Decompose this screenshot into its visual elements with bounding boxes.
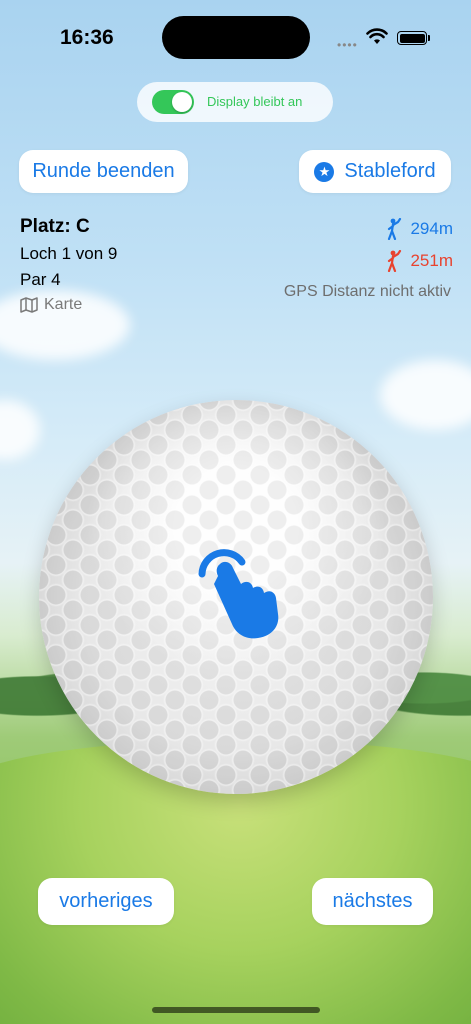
star-circle-icon: ★ — [314, 161, 335, 182]
display-keep-on-label: Display bleibt an — [207, 94, 303, 109]
course-info: Platz: C Loch 1 von 9 Par 4 Karte — [20, 216, 117, 313]
hole-number: Loch 1 von 9 — [20, 244, 118, 263]
toggle-knob — [172, 92, 192, 112]
previous-hole-button[interactable]: vorheriges — [38, 878, 174, 925]
course-name: Platz: C — [20, 216, 90, 237]
display-keep-on-pill: Display bleibt an — [137, 82, 333, 122]
next-hole-button[interactable]: nächstes — [312, 878, 433, 925]
cloud — [0, 400, 40, 460]
hole-par: Par 4 — [20, 270, 61, 289]
map-label: Karte — [44, 296, 83, 313]
cloud — [380, 360, 471, 430]
tap-hand-icon — [198, 549, 279, 639]
signal-dots-icon: •••• — [337, 38, 358, 52]
gps-status: GPS Distanz nicht aktiv — [283, 283, 451, 300]
map-link[interactable]: Karte — [20, 296, 82, 314]
status-bar: 16:36 •••• — [0, 0, 471, 60]
status-time: 16:36 — [60, 26, 114, 49]
distance-blue-value: 294m — [410, 219, 453, 238]
screen: 16:36 •••• Display bleibt an Runde beend… — [0, 0, 471, 1024]
golfer-blue-icon — [388, 218, 402, 240]
home-indicator[interactable] — [152, 1007, 320, 1013]
distance-red-tee: 251m — [386, 250, 453, 272]
stableford-label: Stableford — [344, 160, 436, 182]
golf-ball-tap-button[interactable] — [39, 400, 433, 794]
distance-red-value: 251m — [410, 251, 453, 270]
dynamic-island — [162, 16, 310, 59]
battery-tip — [428, 35, 430, 41]
display-keep-on-toggle[interactable] — [152, 90, 194, 114]
wifi-icon — [366, 28, 388, 44]
distance-blue-tee: 294m — [386, 218, 453, 240]
battery-full-icon — [397, 31, 427, 45]
map-icon — [20, 297, 38, 313]
end-round-button[interactable]: Runde beenden — [19, 150, 188, 193]
golfer-red-icon — [388, 250, 402, 272]
stableford-button[interactable]: ★ Stableford — [299, 150, 451, 193]
